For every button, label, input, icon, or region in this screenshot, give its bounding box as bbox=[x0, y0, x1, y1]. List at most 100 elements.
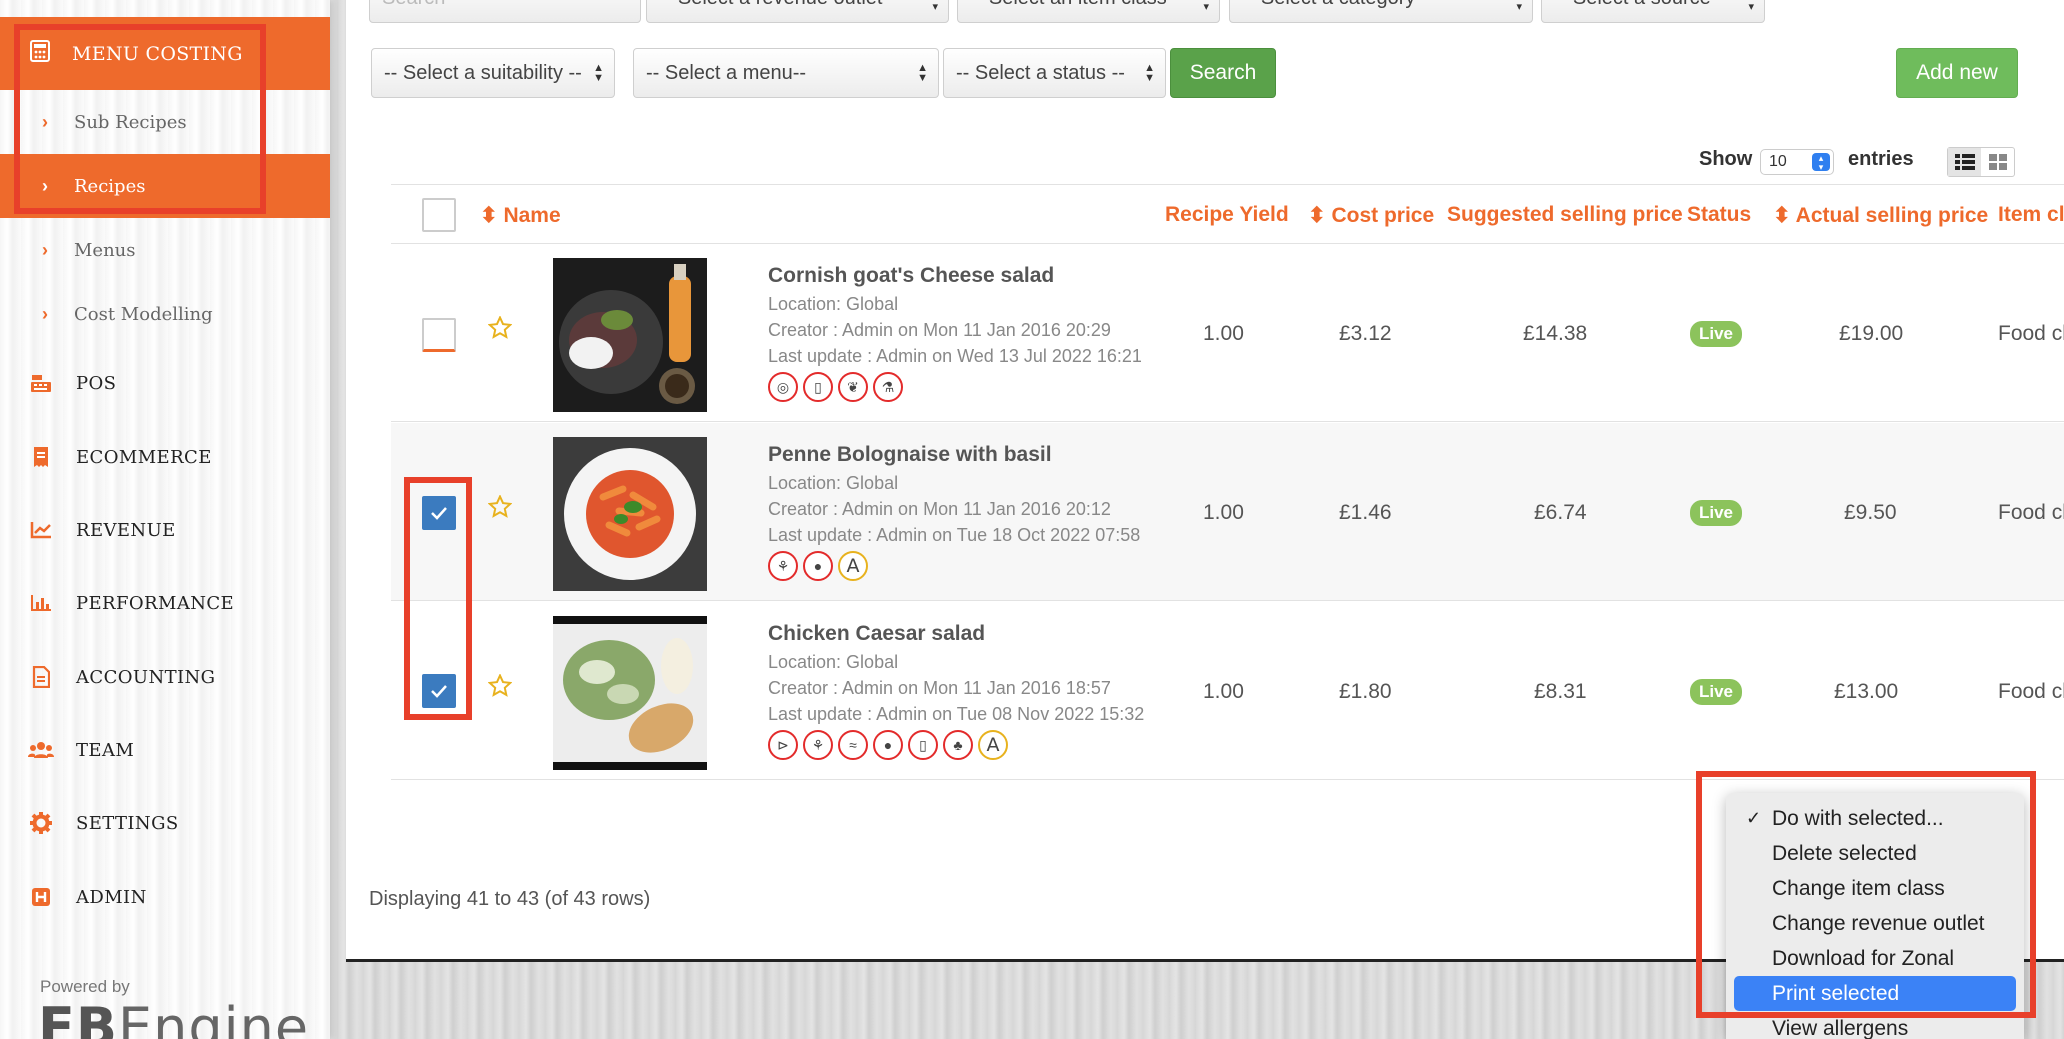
checkmark-icon bbox=[431, 685, 447, 698]
show-label: Show bbox=[1699, 148, 1753, 170]
recipe-location: Location: Global bbox=[768, 473, 899, 493]
recipe-cost-price: £3.12 bbox=[1339, 322, 1392, 345]
column-cost-price[interactable]: ⬍ Cost price bbox=[1308, 203, 1434, 228]
revenue-outlet-select[interactable]: -- Select a revenue outlet -- ▾ bbox=[646, 0, 949, 23]
recipe-name-link[interactable]: Chicken Caesar salad bbox=[768, 622, 985, 646]
users-icon bbox=[28, 738, 54, 762]
recipe-location: Location: Global bbox=[768, 652, 899, 672]
sidebar-item-menus[interactable]: › Menus bbox=[0, 218, 330, 282]
status-select[interactable]: -- Select a status -- ▲ ▼ bbox=[943, 48, 1166, 98]
bulk-action-dropdown: ✓ Do with selected... Delete selected Ch… bbox=[1726, 793, 2024, 1039]
view-toggle bbox=[1947, 147, 2015, 177]
sidebar-item-revenue[interactable]: REVENUE bbox=[0, 500, 330, 560]
recipe-item-class: Food cl bbox=[1998, 501, 2064, 524]
entries-label: entries bbox=[1848, 148, 1914, 170]
recipe-cost-price: £1.80 bbox=[1339, 680, 1392, 703]
sort-icon: ⬍ bbox=[480, 204, 498, 227]
menu-select[interactable]: -- Select a menu-- ▲ ▼ bbox=[633, 48, 939, 98]
grid-view-icon[interactable] bbox=[1981, 148, 2014, 176]
column-recipe-yield: Recipe Yield bbox=[1165, 203, 1289, 226]
table-header: ⬍ Name Recipe Yield ⬍ Cost price Suggest… bbox=[391, 184, 2064, 244]
a-label-icon: A bbox=[978, 730, 1008, 760]
recipe-name-link[interactable]: Penne Bolognaise with basil bbox=[768, 443, 1052, 467]
sidebar-item-recipes[interactable]: › Recipes bbox=[0, 154, 330, 218]
select-value: -- Select a suitability -- bbox=[384, 61, 582, 84]
entries-per-page-select[interactable]: 10 ▴ ▾ bbox=[1760, 149, 1834, 175]
list-view-icon[interactable] bbox=[1948, 148, 1981, 176]
star-icon[interactable] bbox=[487, 673, 513, 702]
option-change-revenue-outlet[interactable]: Change revenue outlet bbox=[1734, 906, 2016, 941]
recipe-suggested-price: £6.74 bbox=[1534, 501, 1587, 524]
sidebar-item-label: Recipes bbox=[74, 175, 146, 197]
select-all-checkbox[interactable] bbox=[422, 198, 456, 232]
calculator-icon bbox=[30, 40, 50, 67]
recipe-actual-price: £19.00 bbox=[1839, 322, 1904, 345]
option-do-with-selected[interactable]: ✓ Do with selected... bbox=[1734, 801, 2016, 836]
sidebar-item-sub-recipes[interactable]: › Sub Recipes bbox=[0, 90, 330, 154]
option-delete-selected[interactable]: Delete selected bbox=[1734, 836, 2016, 871]
sidebar-item-admin[interactable]: ADMIN bbox=[0, 867, 330, 927]
search-button[interactable]: Search bbox=[1170, 48, 1276, 98]
sidebar-item-label: Sub Recipes bbox=[74, 111, 187, 133]
select-value: -- Select a status -- bbox=[956, 61, 1125, 84]
gluten-allergen-icon: ⚘ bbox=[768, 551, 798, 581]
sidebar-item-team[interactable]: TEAM bbox=[0, 720, 330, 780]
column-item-class: Item cl bbox=[1998, 203, 2064, 226]
sidebar-item-label: SETTINGS bbox=[76, 812, 179, 834]
recipe-last-update: Last update : Admin on Tue 08 Nov 2022 1… bbox=[768, 704, 1145, 724]
star-icon[interactable] bbox=[487, 494, 513, 523]
item-class-select[interactable]: -- Select an item class -- ▾ bbox=[957, 0, 1220, 23]
recipe-yield: 1.00 bbox=[1203, 501, 1244, 524]
recipe-name-link[interactable]: Cornish goat's Cheese salad bbox=[768, 264, 1054, 288]
recipe-cost-price: £1.46 bbox=[1339, 501, 1392, 524]
document-icon bbox=[28, 665, 54, 689]
sidebar-item-accounting[interactable]: ACCOUNTING bbox=[0, 647, 330, 707]
recipe-item-class: Food cl bbox=[1998, 680, 2064, 703]
chevron-right-icon: › bbox=[42, 239, 48, 260]
option-print-selected[interactable]: Print selected bbox=[1734, 976, 2016, 1011]
recipe-location: Location: Global bbox=[768, 294, 899, 314]
column-actual-price[interactable]: ⬍ Actual selling price bbox=[1773, 203, 1988, 228]
search-input[interactable]: Search bbox=[369, 0, 641, 23]
a-label-icon: A bbox=[838, 551, 868, 581]
source-select[interactable]: -- Select a source -- ▾ bbox=[1541, 0, 1765, 23]
sulphites-allergen-icon: ⚗ bbox=[873, 372, 903, 402]
suitability-select[interactable]: -- Select a suitability -- ▲ ▼ bbox=[371, 48, 615, 98]
sidebar-item-performance[interactable]: PERFORMANCE bbox=[0, 573, 330, 633]
star-icon[interactable] bbox=[487, 315, 513, 344]
sidebar-item-label: POS bbox=[76, 372, 117, 394]
nav-menu-costing[interactable]: MENU COSTING bbox=[0, 17, 330, 90]
recipe-actual-price: £9.50 bbox=[1844, 501, 1897, 524]
sidebar-item-ecommerce[interactable]: ECOMMERCE bbox=[0, 427, 330, 487]
recipe-creator: Creator : Admin on Mon 11 Jan 2016 20:12 bbox=[768, 499, 1111, 519]
recipe-creator: Creator : Admin on Mon 11 Jan 2016 20:29 bbox=[768, 320, 1111, 340]
option-view-allergens[interactable]: View allergens bbox=[1734, 1011, 2016, 1039]
category-select[interactable]: -- Select a category -- ▾ bbox=[1229, 0, 1533, 23]
search-placeholder: Search bbox=[382, 0, 445, 10]
sort-icon: ⬍ bbox=[1308, 204, 1326, 227]
mustard-allergen-icon: ❦ bbox=[838, 372, 868, 402]
milk-allergen-icon: ▯ bbox=[908, 730, 938, 760]
status-badge: Live bbox=[1690, 679, 1743, 705]
sidebar-item-label: ECOMMERCE bbox=[76, 446, 212, 468]
sidebar-item-settings[interactable]: SETTINGS bbox=[0, 793, 330, 853]
option-change-item-class[interactable]: Change item class bbox=[1734, 871, 2016, 906]
cash-register-icon bbox=[28, 371, 54, 395]
recipe-photo[interactable] bbox=[553, 616, 707, 770]
recipe-photo[interactable] bbox=[553, 437, 707, 591]
option-download-for-zonal[interactable]: Download for Zonal bbox=[1734, 941, 2016, 976]
row-checkbox[interactable] bbox=[422, 318, 456, 352]
recipe-last-update: Last update : Admin on Wed 13 Jul 2022 1… bbox=[768, 346, 1142, 366]
column-suggested-price: Suggested selling price bbox=[1447, 203, 1683, 226]
row-checkbox-checked[interactable] bbox=[422, 674, 456, 708]
sidebar-item-cost-modelling[interactable]: › Cost Modelling bbox=[0, 282, 330, 346]
admin-h-icon bbox=[28, 885, 54, 909]
recipe-actual-price: £13.00 bbox=[1834, 680, 1899, 703]
column-name[interactable]: ⬍ Name bbox=[480, 203, 561, 228]
gluten-allergen-icon: ⚘ bbox=[803, 730, 833, 760]
recipe-last-update: Last update : Admin on Tue 18 Oct 2022 0… bbox=[768, 525, 1141, 545]
sidebar-item-pos[interactable]: POS bbox=[0, 353, 330, 413]
add-new-button[interactable]: Add new bbox=[1896, 48, 2018, 98]
recipe-photo[interactable] bbox=[553, 258, 707, 412]
row-checkbox-checked[interactable] bbox=[422, 496, 456, 530]
